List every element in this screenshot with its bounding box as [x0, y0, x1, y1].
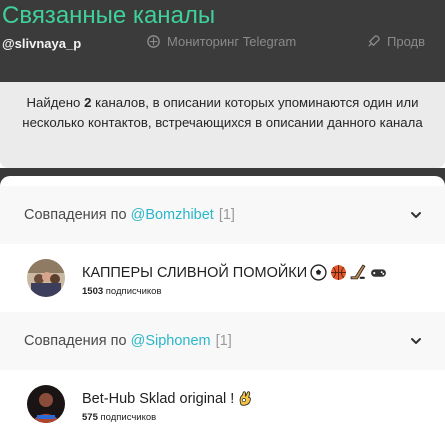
info-text: Найдено 2 каналов, в описании которых уп… — [22, 95, 423, 130]
chevron-down-icon[interactable] — [409, 334, 423, 348]
soccer-ball-icon — [310, 264, 327, 281]
nav-link-promotion[interactable]: Продв — [366, 34, 425, 49]
avatar — [27, 259, 65, 297]
page-title: Связанные каналы — [2, 2, 216, 29]
ok-hand-icon — [239, 391, 252, 406]
gamepad-icon — [371, 269, 387, 277]
channel-name[interactable]: Bet-Hub Sklad original ! — [82, 390, 254, 407]
avatar — [27, 385, 65, 423]
nav-link-label: Продв — [387, 34, 426, 49]
match-mention-link[interactable]: @Siphonem — [131, 333, 211, 349]
background-header: Связанные каналы @slivnaya_p Мониторинг … — [0, 0, 445, 82]
match-count: [1] — [215, 333, 232, 349]
subscriber-count: 575 подписчиков — [82, 412, 157, 423]
basketball-icon — [331, 265, 347, 280]
channel-item[interactable]: Bet-Hub Sklad original ! 575 подписчиков — [0, 370, 445, 427]
nav-link-monitoring[interactable]: Мониторинг Telegram — [146, 34, 296, 49]
channel-item[interactable]: КАППЕРЫ СЛИВНОЙ ПОМОЙКИ 1503 подписчиков — [0, 244, 445, 312]
match-prefix: Совпадения по — [24, 207, 127, 223]
match-group-header[interactable]: Совпадения по @Siphonem [1] — [0, 312, 445, 370]
match-group-header[interactable]: Совпадения по @Bomzhibet [1] — [0, 186, 445, 244]
channel-name[interactable]: КАППЕРЫ СЛИВНОЙ ПОМОЙКИ — [82, 264, 387, 281]
match-count: [1] — [218, 207, 235, 223]
nav-link-label: Мониторинг Telegram — [167, 34, 297, 49]
info-banner: Найдено 2 каналов, в описании которых уп… — [0, 82, 445, 168]
subscriber-count: 1503 подписчиков — [82, 286, 162, 297]
monitor-icon — [147, 35, 160, 48]
match-mention-link[interactable]: @Bomzhibet — [131, 207, 214, 223]
channel-handle: @slivnaya_p — [2, 36, 82, 51]
match-prefix: Совпадения по — [24, 333, 127, 349]
hockey-stick-icon — [350, 264, 366, 280]
rocket-icon — [368, 35, 380, 47]
chevron-down-icon[interactable] — [409, 208, 423, 222]
overlay-divider — [0, 168, 445, 186]
